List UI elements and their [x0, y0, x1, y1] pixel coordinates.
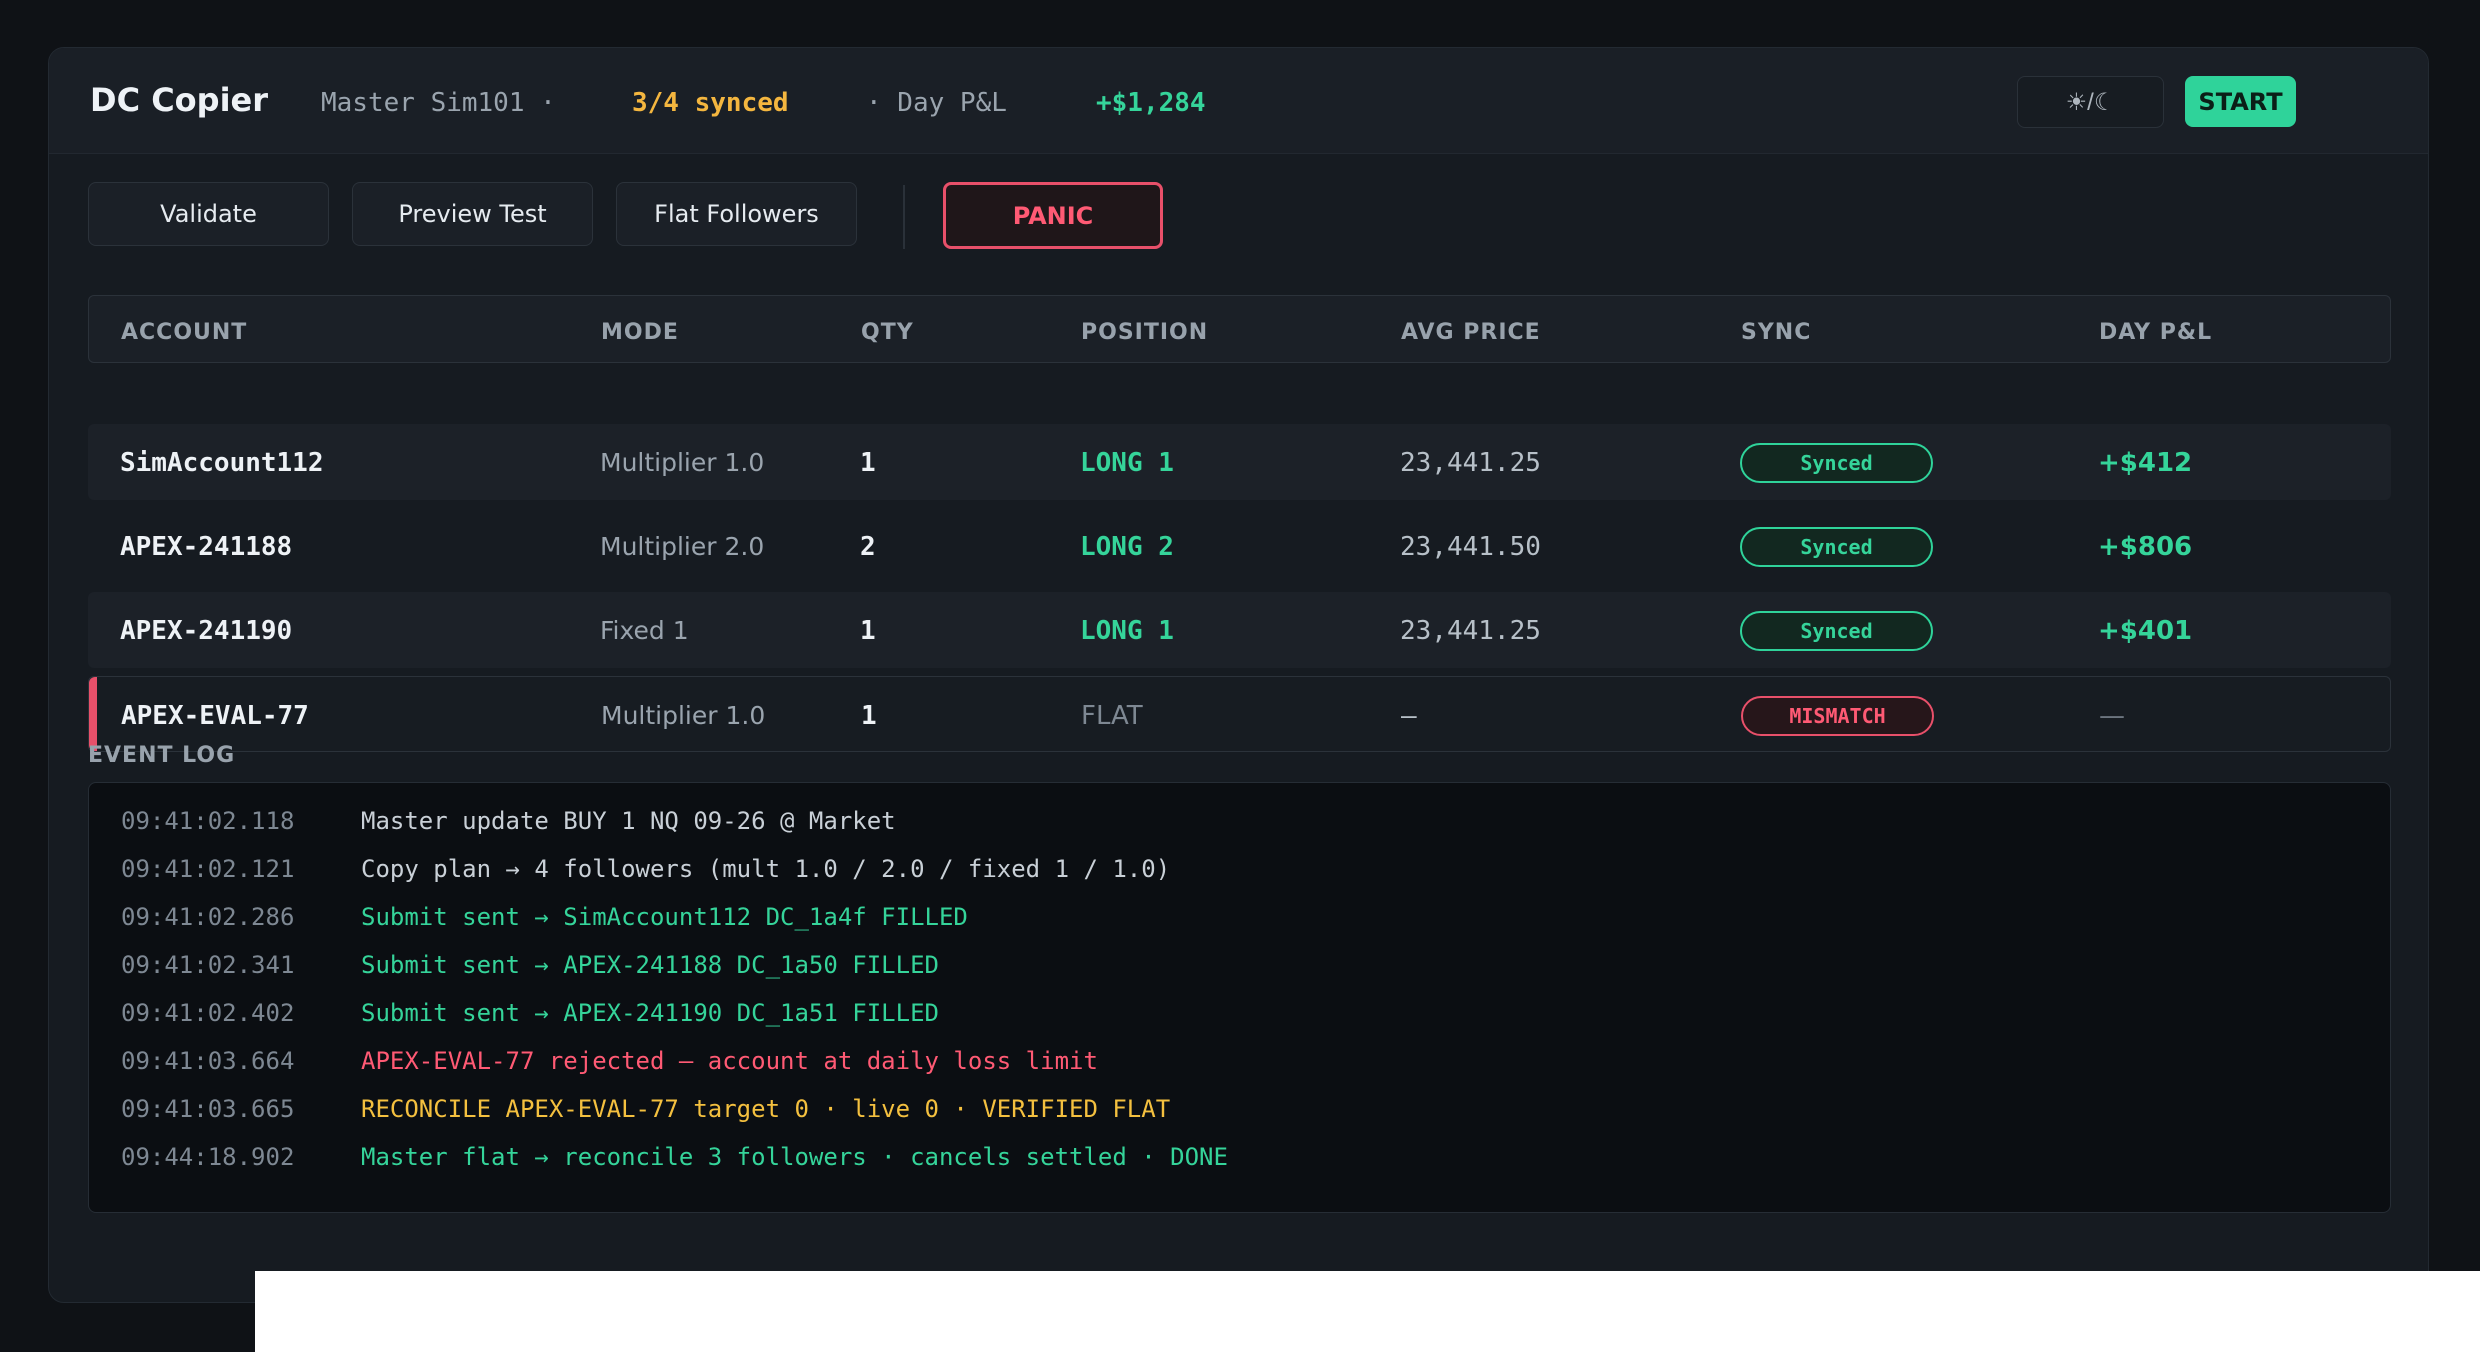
avg-price: — [1401, 701, 1417, 731]
column-header-avg-price: AVG PRICE [1401, 320, 1541, 345]
table-header: ACCOUNT MODE QTY POSITION AVG PRICE SYNC… [88, 295, 2391, 363]
log-timestamp: 09:44:18.902 [121, 1143, 295, 1171]
avg-price: 23,441.25 [1400, 616, 1541, 646]
quantity: 1 [860, 448, 876, 478]
column-header-qty: QTY [861, 320, 914, 345]
log-message: APEX-EVAL-77 rejected — account at daily… [361, 1047, 1098, 1075]
app-title: DC Copier [90, 81, 269, 119]
avg-price: 23,441.25 [1400, 448, 1541, 478]
account-name: APEX-241188 [120, 532, 293, 562]
flat-followers-button[interactable]: Flat Followers [616, 182, 857, 246]
log-timestamp: 09:41:02.402 [121, 999, 295, 1027]
quantity: 1 [860, 616, 876, 646]
day-pnl: +$401 [2098, 616, 2193, 646]
sync-badge: Synced [1740, 527, 1933, 567]
day-pnl-label: · Day P&L [866, 88, 1007, 118]
copy-mode: Multiplier 1.0 [600, 448, 765, 477]
position: FLAT [1081, 701, 1143, 731]
log-message: Master update BUY 1 NQ 09-26 @ Market [361, 807, 896, 835]
log-message: Master flat → reconcile 3 followers · ca… [361, 1143, 1228, 1171]
log-timestamp: 09:41:02.341 [121, 951, 295, 979]
sun-moon-icon: ☀/☾ [2065, 88, 2116, 116]
sync-status: 3/4 synced [632, 88, 789, 118]
day-pnl-value: +$1,284 [1096, 88, 1206, 118]
sync-badge: Synced [1740, 443, 1933, 483]
preview-test-button[interactable]: Preview Test [352, 182, 593, 246]
quantity: 2 [860, 532, 876, 562]
quantity: 1 [861, 701, 877, 731]
event-log-panel[interactable]: 09:41:02.118 Master update BUY 1 NQ 09-26… [88, 782, 2391, 1213]
log-message: Submit sent → APEX-241190 DC_1a51 FILLED [361, 999, 939, 1027]
column-header-account: ACCOUNT [121, 320, 248, 345]
log-message: RECONCILE APEX-EVAL-77 target 0 · live 0… [361, 1095, 1171, 1123]
log-message: Submit sent → APEX-241188 DC_1a50 FILLED [361, 951, 939, 979]
blank-area [255, 1271, 2480, 1352]
panic-button[interactable]: PANIC [943, 182, 1163, 249]
table-row[interactable]: SimAccount112 Multiplier 1.0 1 LONG 1 23… [88, 424, 2391, 500]
column-header-position: POSITION [1081, 320, 1209, 345]
copy-mode: Fixed 1 [600, 616, 689, 645]
validate-button[interactable]: Validate [88, 182, 329, 246]
position: LONG 1 [1080, 448, 1174, 478]
table-row[interactable]: APEX-241190 Fixed 1 1 LONG 1 23,441.25 S… [88, 592, 2391, 668]
event-log-label: EVENT LOG [88, 743, 236, 768]
column-header-sync: SYNC [1741, 320, 1812, 345]
log-timestamp: 09:41:02.118 [121, 807, 295, 835]
copy-mode: Multiplier 1.0 [601, 701, 766, 730]
copy-mode: Multiplier 2.0 [600, 532, 765, 561]
account-name: SimAccount112 [120, 448, 324, 478]
sync-badge: Synced [1740, 611, 1933, 651]
mismatch-badge: MISMATCH [1741, 696, 1934, 736]
start-button[interactable]: START [2185, 76, 2296, 127]
top-bar: DC Copier Master Sim101 · 3/4 synced · D… [49, 48, 2428, 154]
log-timestamp: 09:41:02.121 [121, 855, 295, 883]
day-pnl: +$412 [2098, 448, 2193, 478]
table-row[interactable]: APEX-241188 Multiplier 2.0 2 LONG 2 23,4… [88, 508, 2391, 584]
account-name: APEX-241190 [120, 616, 293, 646]
column-header-day-pnl: DAY P&L [2099, 320, 2213, 345]
toolbar-divider [903, 185, 905, 249]
day-pnl: — [2099, 701, 2125, 731]
theme-toggle-button[interactable]: ☀/☾ [2017, 76, 2164, 128]
table-row-mismatch[interactable]: APEX-EVAL-77 Multiplier 1.0 1 FLAT — MIS… [88, 676, 2391, 752]
log-message: Copy plan → 4 followers (mult 1.0 / 2.0 … [361, 855, 1171, 883]
master-account-label: Master Sim101 · [321, 88, 556, 118]
day-pnl: +$806 [2098, 532, 2193, 562]
account-name: APEX-EVAL-77 [121, 701, 309, 731]
log-message: Submit sent → SimAccount112 DC_1a4f FILL… [361, 903, 968, 931]
log-timestamp: 09:41:02.286 [121, 903, 295, 931]
column-header-mode: MODE [601, 320, 679, 345]
position: LONG 2 [1080, 532, 1174, 562]
position: LONG 1 [1080, 616, 1174, 646]
avg-price: 23,441.50 [1400, 532, 1541, 562]
log-timestamp: 09:41:03.664 [121, 1047, 295, 1075]
log-timestamp: 09:41:03.665 [121, 1095, 295, 1123]
copier-window: DC Copier Master Sim101 · 3/4 synced · D… [48, 47, 2429, 1303]
